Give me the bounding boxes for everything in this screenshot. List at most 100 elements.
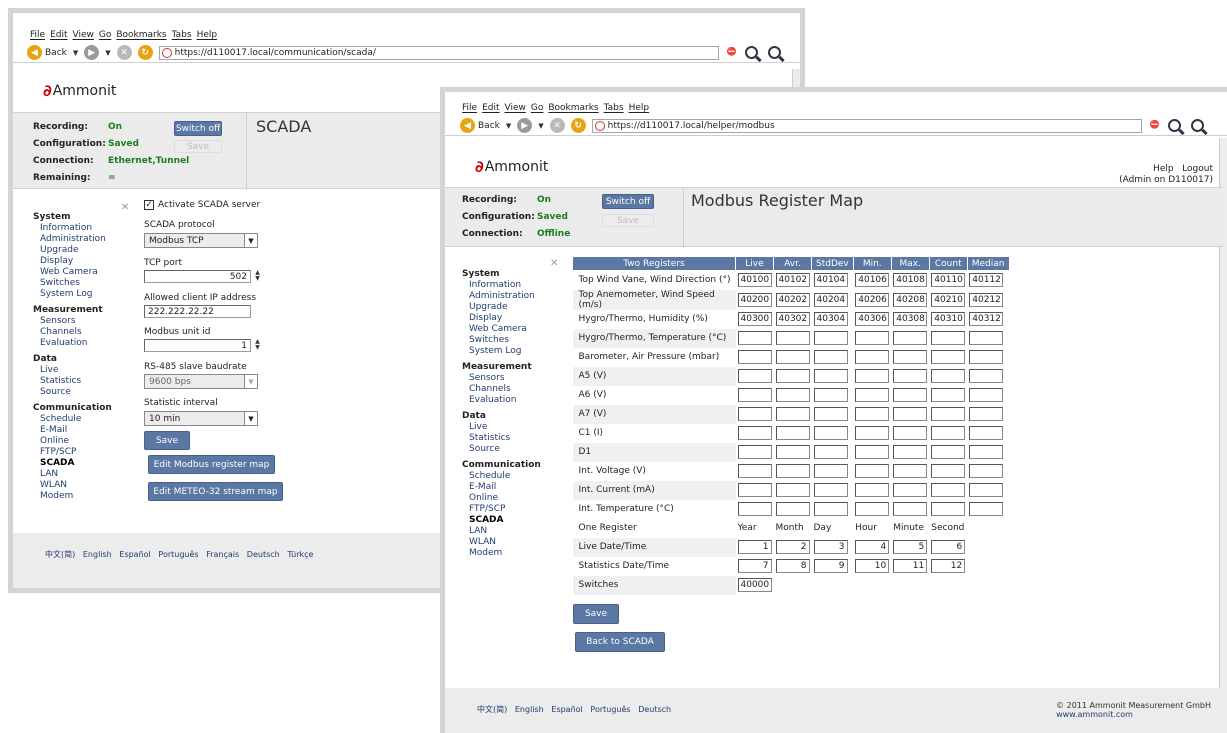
date-register-input[interactable]: 8: [775, 559, 810, 573]
nav-statistics[interactable]: Statistics: [33, 376, 133, 387]
register-input[interactable]: [931, 502, 966, 516]
date-register-input[interactable]: 6: [931, 540, 966, 554]
menu-go[interactable]: Go: [99, 30, 111, 40]
unit-id-spinner-icon[interactable]: ▲ ▼: [253, 339, 262, 352]
register-input[interactable]: [931, 331, 966, 345]
register-input[interactable]: [855, 502, 890, 516]
nav-channels[interactable]: Channels: [33, 327, 133, 338]
register-input[interactable]: 40200: [737, 292, 772, 307]
date-register-input[interactable]: 4: [855, 540, 890, 554]
register-input[interactable]: [737, 331, 772, 345]
register-input[interactable]: [969, 369, 1004, 383]
back-arrow-icon[interactable]: ◀: [27, 45, 42, 60]
nav-source[interactable]: Source: [33, 387, 133, 398]
date-register-input[interactable]: 10: [855, 559, 890, 573]
date-register-input[interactable]: 2: [775, 540, 810, 554]
register-input[interactable]: [737, 369, 772, 383]
register-input[interactable]: 40102: [775, 273, 810, 288]
register-input[interactable]: [775, 464, 810, 478]
nav-schedule[interactable]: Schedule: [462, 471, 562, 482]
menu-edit[interactable]: Edit: [50, 30, 67, 40]
unit-id-input[interactable]: 1: [144, 339, 251, 352]
switch-off-button[interactable]: Switch off: [174, 121, 222, 136]
menu-tabs[interactable]: Tabs: [604, 103, 624, 113]
menu-bookmarks[interactable]: Bookmarks: [548, 103, 598, 113]
nav-lan[interactable]: LAN: [33, 469, 133, 480]
nav-online[interactable]: Online: [462, 493, 562, 504]
register-input[interactable]: [931, 445, 966, 459]
back-dropdown-icon[interactable]: ▼: [506, 122, 511, 130]
register-input[interactable]: 40208: [893, 292, 928, 307]
nav-online[interactable]: Online: [33, 436, 133, 447]
register-input[interactable]: [969, 331, 1004, 345]
register-input[interactable]: 40112: [969, 273, 1004, 288]
register-input[interactable]: [737, 502, 772, 516]
register-input[interactable]: [931, 483, 966, 497]
register-input[interactable]: [969, 407, 1004, 421]
nav-scada[interactable]: SCADA: [462, 515, 562, 526]
back-dropdown-icon[interactable]: ▼: [73, 49, 78, 57]
nav-web-camera[interactable]: Web Camera: [462, 324, 562, 335]
nav-wlan[interactable]: WLAN: [33, 480, 133, 491]
sidebar-close-icon[interactable]: ✕: [121, 202, 129, 213]
register-input[interactable]: [775, 388, 810, 402]
register-input[interactable]: 40210: [931, 292, 966, 307]
forward-dropdown-icon[interactable]: ▼: [105, 49, 110, 57]
register-input[interactable]: [737, 426, 772, 440]
register-input[interactable]: [775, 407, 810, 421]
register-input[interactable]: [893, 388, 928, 402]
date-register-input[interactable]: 5: [893, 540, 928, 554]
register-input[interactable]: [893, 483, 928, 497]
register-input[interactable]: 40308: [893, 312, 928, 326]
register-input[interactable]: 40212: [969, 292, 1004, 307]
nav-lan[interactable]: LAN: [462, 526, 562, 537]
register-input[interactable]: 40300: [737, 312, 772, 326]
stop-icon[interactable]: ✕: [549, 118, 565, 133]
rss-icon[interactable]: ⛔: [725, 47, 739, 58]
register-input[interactable]: [775, 445, 810, 459]
edit-meteo-map-button[interactable]: Edit METEO-32 stream map: [148, 482, 283, 501]
nav-ftp-scp[interactable]: FTP/SCP: [462, 504, 562, 515]
register-input[interactable]: [855, 426, 890, 440]
register-input[interactable]: 40312: [969, 312, 1004, 326]
register-input[interactable]: 40304: [813, 312, 848, 326]
nav-display[interactable]: Display: [462, 313, 562, 324]
chevron-down-icon[interactable]: ▼: [244, 412, 257, 425]
nav-evaluation[interactable]: Evaluation: [462, 395, 562, 406]
register-input[interactable]: 40104: [813, 273, 848, 288]
nav-modem[interactable]: Modem: [33, 491, 133, 502]
register-input[interactable]: 40110: [931, 273, 966, 288]
register-input[interactable]: [737, 445, 772, 459]
register-input[interactable]: 40310: [931, 312, 966, 326]
date-register-input[interactable]: 11: [893, 559, 928, 573]
tcp-port-input[interactable]: 502: [144, 270, 251, 283]
register-input[interactable]: [931, 388, 966, 402]
nav-email[interactable]: E-Mail: [33, 425, 133, 436]
date-register-input[interactable]: 9: [813, 559, 848, 573]
register-input[interactable]: [931, 407, 966, 421]
chevron-down-icon[interactable]: ▼: [244, 234, 257, 247]
website-link[interactable]: www.ammonit.com: [1056, 710, 1211, 719]
register-input[interactable]: [737, 350, 772, 364]
language-links[interactable]: 中文(简) English Español Português Deutsch: [477, 705, 671, 714]
register-input[interactable]: [969, 426, 1004, 440]
nav-email[interactable]: E-Mail: [462, 482, 562, 493]
back-button-label[interactable]: Back: [478, 121, 500, 131]
register-input[interactable]: [855, 369, 890, 383]
register-input[interactable]: 40306: [855, 312, 890, 326]
register-input[interactable]: [855, 407, 890, 421]
nav-live[interactable]: Live: [462, 422, 562, 433]
nav-channels[interactable]: Channels: [462, 384, 562, 395]
register-input[interactable]: [893, 407, 928, 421]
register-input[interactable]: [775, 331, 810, 345]
url-text[interactable]: https://d110017.local/helper/modbus: [608, 121, 775, 131]
register-input[interactable]: [813, 483, 848, 497]
language-links[interactable]: 中文(简) English Español Português Français…: [45, 550, 313, 559]
nav-sensors[interactable]: Sensors: [462, 373, 562, 384]
switch-off-button[interactable]: Switch off: [602, 194, 654, 209]
register-input[interactable]: [893, 331, 928, 345]
menu-help[interactable]: Help: [197, 30, 218, 40]
register-input[interactable]: [737, 483, 772, 497]
menu-go[interactable]: Go: [531, 103, 543, 113]
register-input[interactable]: [855, 388, 890, 402]
